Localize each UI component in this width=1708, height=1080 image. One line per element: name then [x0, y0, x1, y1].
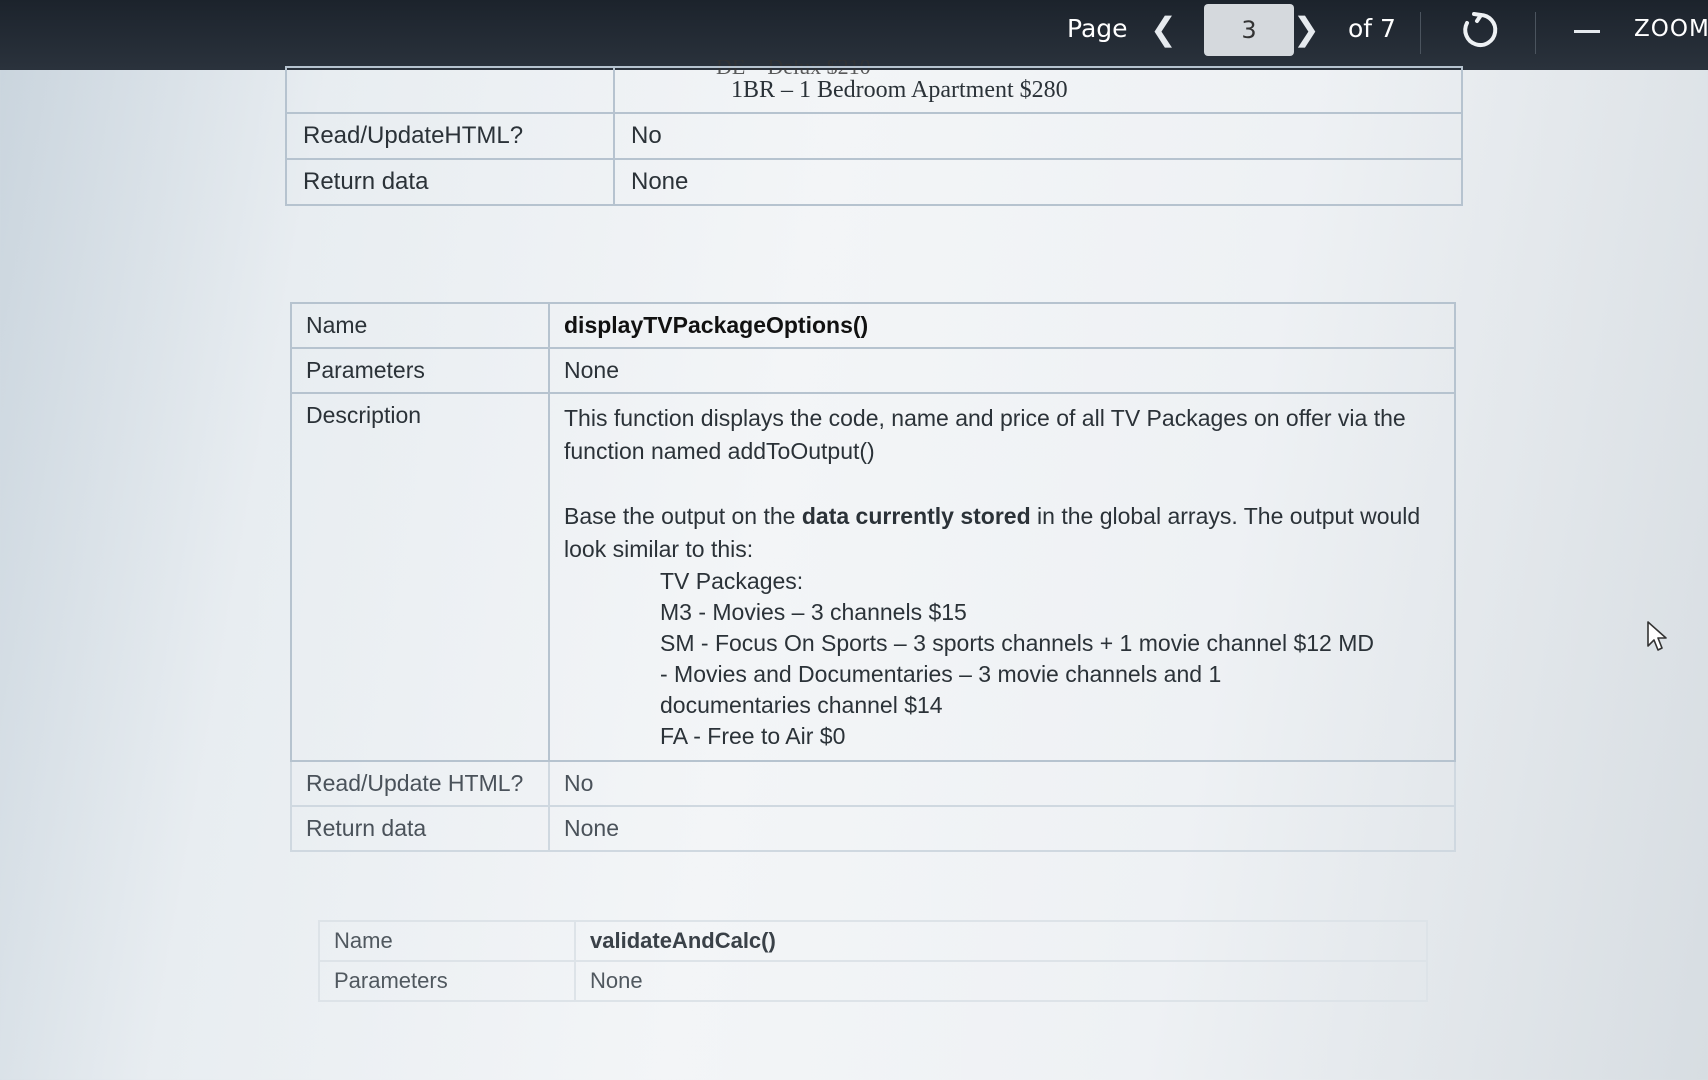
table-row: 1BR – 1 Bedroom Apartment $280 [285, 66, 1463, 114]
parameters-value: None [548, 347, 1456, 394]
return-data-label: Return data [290, 805, 550, 852]
description-label: Description [290, 392, 550, 762]
validate-and-calc-table: Name validateAndCalc() Parameters None [318, 920, 1428, 1002]
return-data-value: None [613, 158, 1463, 206]
example-line: - Movies and Documentaries – 3 movie cha… [660, 661, 1222, 687]
example-line: FA - Free to Air $0 [660, 723, 846, 749]
description-emphasis: data currently stored [801, 503, 1031, 529]
table-row: Return data None [285, 158, 1463, 206]
room-function-table-tail: 1BR – 1 Bedroom Apartment $280 Read/Upda… [285, 66, 1463, 206]
minus-icon[interactable] [1574, 30, 1600, 33]
read-update-value: No [548, 760, 1456, 807]
parameters-label: Parameters [318, 960, 576, 1002]
zoom-label: ZOOM [1634, 16, 1708, 42]
read-update-value: No [613, 112, 1463, 160]
room-option-text: 1BR – 1 Bedroom Apartment $280 [731, 76, 1068, 103]
parameters-value: None [574, 960, 1428, 1002]
table-row: Name displayTVPackageOptions() [290, 302, 1456, 349]
example-line: SM - Focus On Sports – 3 sports channels… [660, 630, 1374, 656]
mouse-pointer-icon [1647, 621, 1667, 651]
function-name: displayTVPackageOptions() [548, 302, 1456, 349]
description-paragraph: This function displays the code, name an… [564, 405, 1406, 464]
chevron-right-icon[interactable]: ❯ [1293, 10, 1320, 48]
table-cell [285, 66, 615, 114]
name-label: Name [318, 920, 576, 962]
description-value: This function displays the code, name an… [548, 392, 1456, 762]
name-label: Name [290, 302, 550, 349]
toolbar-divider [1535, 12, 1536, 54]
description-text: Base the output on the [564, 503, 802, 529]
toolbar-divider [1420, 12, 1421, 54]
parameters-label: Parameters [290, 347, 550, 394]
table-row: Name validateAndCalc() [318, 920, 1428, 962]
chevron-left-icon[interactable]: ❮ [1150, 10, 1177, 48]
example-output: TV Packages: M3 - Movies – 3 channels $1… [564, 566, 1440, 752]
read-update-label: Read/Update HTML? [290, 760, 550, 807]
example-line: documentaries channel $14 [660, 692, 943, 718]
return-data-label: Return data [285, 158, 615, 206]
example-line: M3 - Movies – 3 channels $15 [660, 599, 967, 625]
table-row: Parameters None [318, 960, 1428, 1002]
display-tv-packages-table: Name displayTVPackageOptions() Parameter… [290, 302, 1456, 852]
page-label: Page [1067, 14, 1128, 43]
description-paragraph: Base the output on the data currently st… [564, 500, 1440, 566]
table-row: Parameters None [290, 347, 1456, 394]
total-pages-label: of 7 [1348, 14, 1396, 43]
table-row: Description This function displays the c… [290, 392, 1456, 762]
refresh-icon[interactable] [1458, 8, 1502, 52]
table-row: Read/Update HTML? No [290, 760, 1456, 807]
table-row: Read/UpdateHTML? No [285, 112, 1463, 160]
table-row: Return data None [290, 805, 1456, 852]
function-name: validateAndCalc() [574, 920, 1428, 962]
read-update-label: Read/UpdateHTML? [285, 112, 615, 160]
page-number-input[interactable]: 3 [1204, 4, 1294, 56]
example-line: TV Packages: [660, 568, 804, 594]
table-cell: 1BR – 1 Bedroom Apartment $280 [613, 66, 1463, 114]
return-data-value: None [548, 805, 1456, 852]
